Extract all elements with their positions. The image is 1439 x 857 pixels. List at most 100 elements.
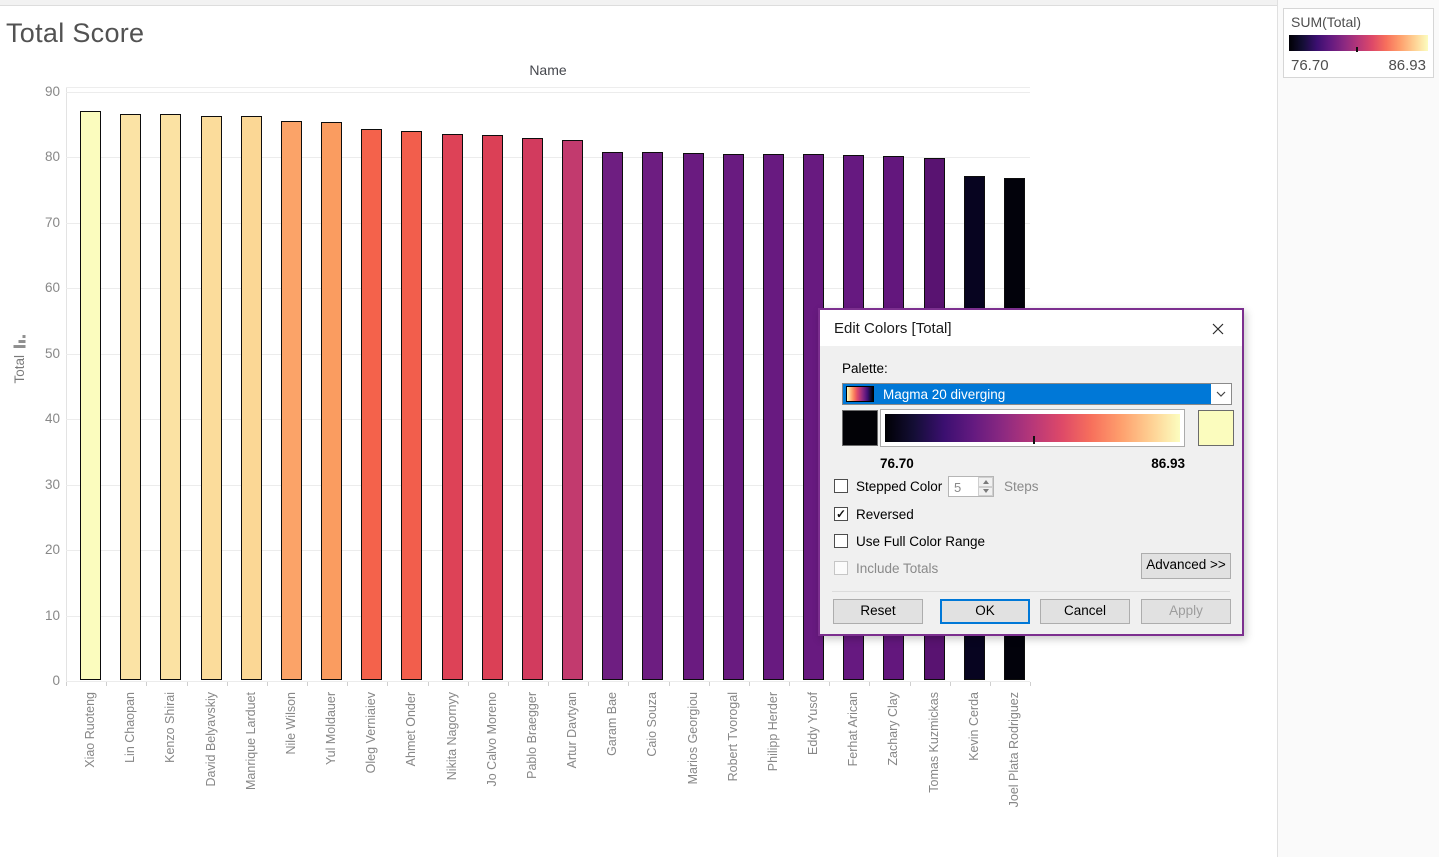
reversed-checkbox[interactable]: ✓	[834, 507, 848, 521]
color-legend-card[interactable]: SUM(Total) 76.70 86.93	[1283, 8, 1434, 78]
x-category-label[interactable]: Jo Calvo Moreno	[485, 692, 500, 787]
category-tick	[588, 682, 590, 686]
category-tick	[789, 682, 790, 686]
x-category-label[interactable]: Xiao Ruoteng	[83, 692, 98, 768]
x-category-label[interactable]: Tomas Kuzmickas	[927, 692, 942, 793]
category-tick	[507, 682, 509, 686]
steps-spinner[interactable]: 5	[948, 476, 994, 497]
dialog-separator	[832, 591, 1230, 592]
x-category-label[interactable]: Kevin Cerda	[967, 692, 982, 761]
spinner-down-icon[interactable]	[978, 486, 993, 496]
window-top-strip	[0, 0, 1439, 6]
category-tick	[668, 682, 670, 686]
y-tick-label: 0	[52, 673, 60, 688]
y-tick-label: 60	[44, 280, 60, 296]
use-full-color-range-checkbox[interactable]	[834, 534, 848, 548]
dialog-range-max: 86.93	[1151, 456, 1185, 471]
stepped-color-checkbox[interactable]	[834, 479, 848, 493]
bar[interactable]	[562, 140, 583, 680]
start-color-swatch[interactable]	[842, 410, 878, 446]
bar[interactable]	[682, 153, 704, 680]
bar[interactable]	[120, 114, 142, 680]
x-category-label[interactable]: Nikita Nagornyy	[445, 692, 460, 780]
bar[interactable]	[80, 111, 101, 680]
y-tick-label: 80	[44, 149, 60, 165]
x-category-label[interactable]: Nile Wilson	[284, 692, 299, 755]
x-category-label[interactable]: Lin Chaopan	[123, 692, 138, 763]
bar[interactable]	[602, 151, 624, 680]
dialog-title: Edit Colors [Total]	[834, 320, 952, 337]
x-category-label[interactable]: Zachary Clay	[886, 692, 901, 766]
bar[interactable]	[160, 114, 182, 680]
x-category-label[interactable]: Artur Davtyan	[565, 692, 580, 768]
x-category-label[interactable]: Manrique Larduet	[244, 692, 259, 790]
use-full-color-range-label[interactable]: Use Full Color Range	[856, 534, 985, 549]
reversed-label[interactable]: Reversed	[856, 507, 914, 522]
category-tick	[869, 682, 871, 686]
spinner-up-icon[interactable]	[978, 477, 993, 487]
steps-label: Steps	[1004, 479, 1039, 494]
bar[interactable]	[441, 133, 463, 680]
bar[interactable]	[240, 116, 262, 680]
legend-title: SUM(Total)	[1291, 14, 1362, 30]
x-category-label[interactable]: Kenzo Shirai	[163, 692, 178, 763]
bar[interactable]	[521, 137, 543, 680]
dialog-titlebar[interactable]: Edit Colors [Total]	[820, 310, 1242, 346]
x-category-label[interactable]: Pablo Braegger	[525, 692, 540, 779]
category-tick	[226, 682, 228, 686]
bar[interactable]	[200, 115, 222, 680]
bar[interactable]	[401, 130, 423, 680]
x-category-label[interactable]: Caio Souza	[645, 692, 660, 757]
x-category-label[interactable]: Philipp Herder	[766, 692, 781, 771]
x-category-label[interactable]: Ferhat Arican	[846, 692, 861, 766]
bar[interactable]	[280, 120, 302, 680]
advanced-button[interactable]: Advanced >>	[1141, 553, 1231, 579]
category-tick	[989, 682, 991, 686]
y-tick-label: 40	[44, 411, 60, 427]
close-icon[interactable]	[1204, 318, 1232, 340]
category-tick	[307, 682, 308, 686]
bar[interactable]	[642, 152, 664, 680]
column-field-label[interactable]: Name	[66, 62, 1030, 78]
x-category-label[interactable]: Robert Tvorogal	[726, 692, 741, 781]
y-axis-line	[66, 88, 67, 682]
category-tick	[146, 682, 148, 686]
bar[interactable]	[762, 154, 784, 680]
ok-button[interactable]: OK	[940, 599, 1030, 624]
dialog-color-gradient[interactable]	[885, 414, 1180, 444]
category-tick	[266, 682, 268, 686]
dialog-gradient-box	[880, 409, 1185, 447]
x-category-label[interactable]: Ahmet Onder	[404, 692, 419, 766]
gridline	[66, 92, 1030, 93]
x-category-label[interactable]: Garam Bae	[605, 692, 620, 756]
column-header-divider	[66, 87, 1030, 88]
stepped-color-label[interactable]: Stepped Color	[856, 479, 942, 494]
category-tick	[427, 682, 429, 686]
steps-value[interactable]: 5	[949, 477, 978, 496]
right-sidebar	[1278, 0, 1439, 857]
end-color-swatch[interactable]	[1198, 410, 1234, 446]
reset-button[interactable]: Reset	[833, 599, 923, 624]
x-category-label[interactable]: David Belyavskiy	[204, 692, 219, 786]
bar[interactable]	[722, 153, 744, 680]
bar[interactable]	[321, 122, 342, 680]
y-tick-label: 70	[44, 214, 60, 230]
category-tick	[949, 682, 951, 686]
apply-button: Apply	[1141, 599, 1231, 624]
chevron-down-icon[interactable]	[1211, 384, 1231, 404]
legend-color-gradient[interactable]	[1289, 35, 1428, 51]
bar[interactable]	[481, 134, 503, 680]
category-tick	[628, 682, 630, 686]
palette-dropdown[interactable]: Magma 20 diverging	[842, 383, 1232, 405]
cancel-button[interactable]: Cancel	[1040, 599, 1130, 624]
x-category-label[interactable]: Oleg Verniaiev	[364, 692, 379, 773]
bar[interactable]	[361, 129, 383, 680]
x-category-label[interactable]: Marios Georgiou	[686, 692, 701, 784]
category-tick	[748, 682, 750, 686]
category-tick	[387, 682, 389, 686]
category-tick	[708, 682, 710, 686]
x-category-label[interactable]: Joel Plata Rodriguez	[1007, 692, 1022, 807]
x-category-label[interactable]: Yul Moldauer	[324, 692, 339, 765]
x-category-label[interactable]: Eddy Yusof	[806, 692, 821, 755]
dialog-range-min: 76.70	[880, 456, 914, 471]
